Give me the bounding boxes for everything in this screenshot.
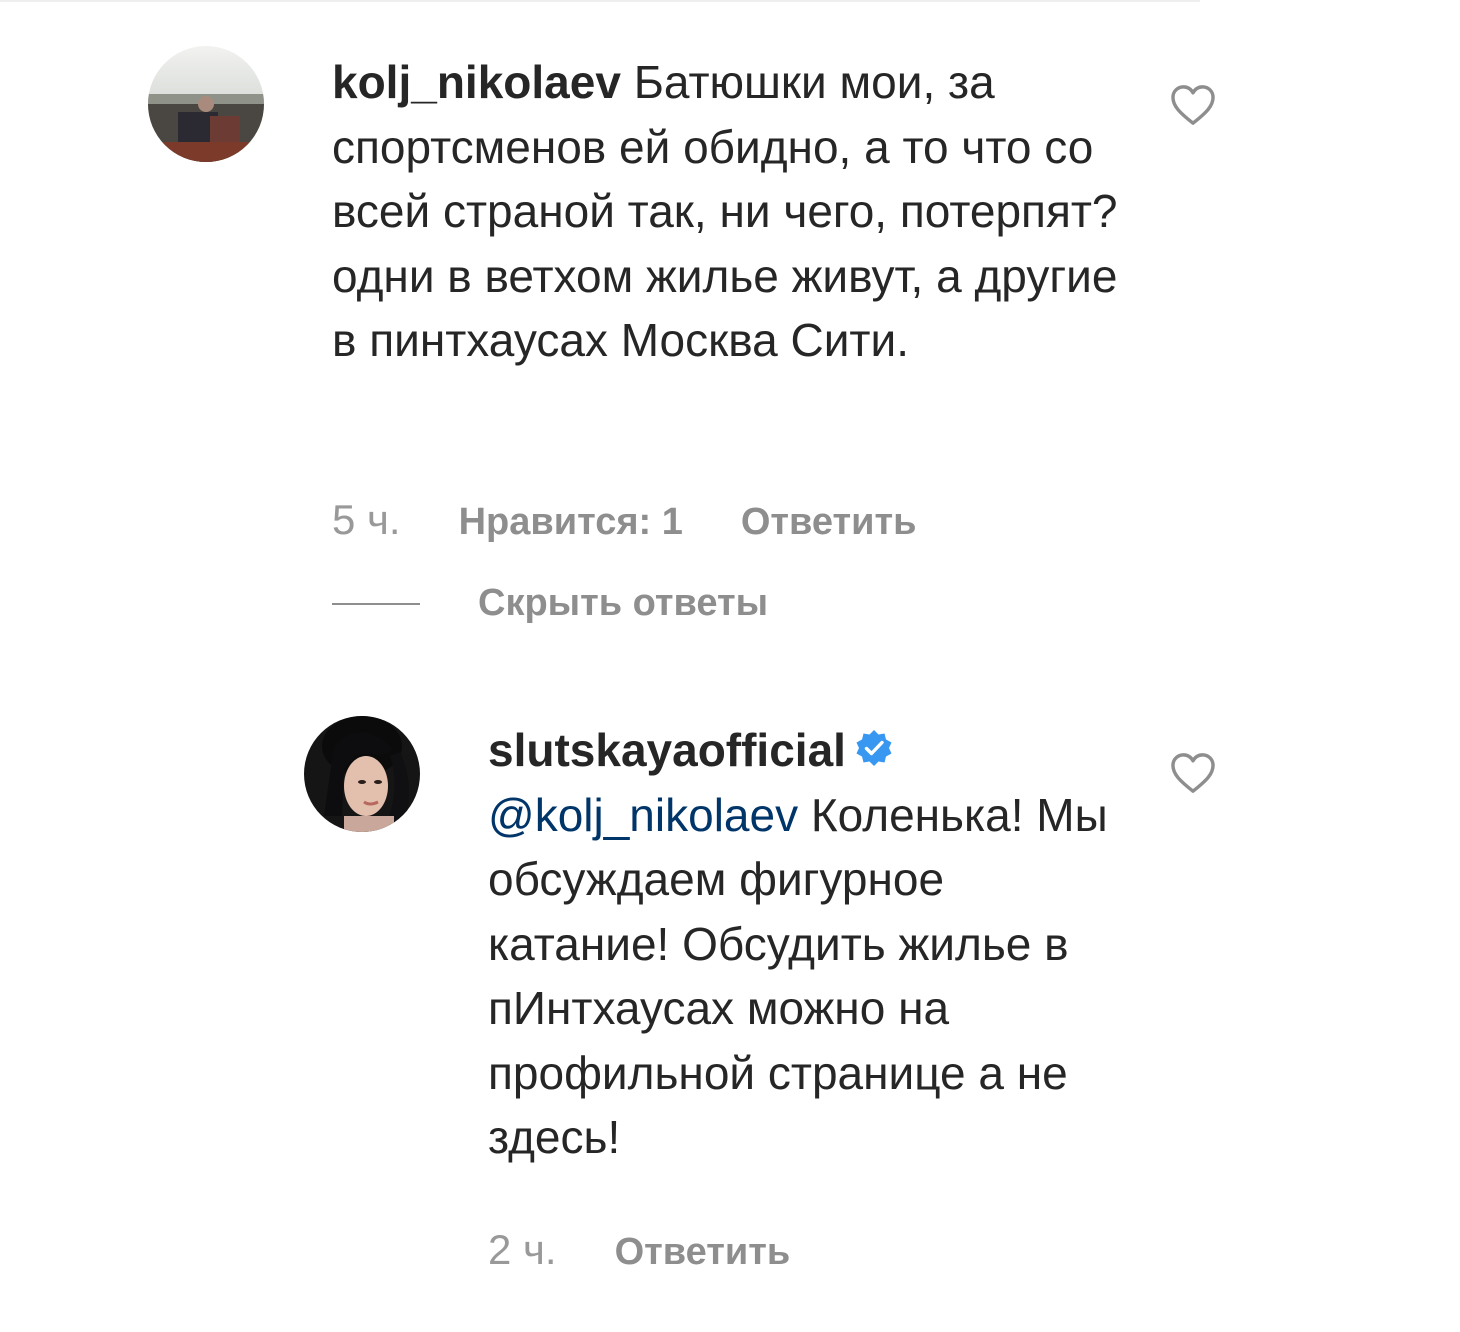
reply-reply-button[interactable]: Ответить	[615, 1231, 791, 1274]
reply-text: Коленька! Мы обсуждаем фигурное катание!…	[488, 788, 1108, 1164]
reply-body: slutskayaofficial @kolj_nikolaev Коленьк…	[488, 718, 1128, 1170]
hide-replies-line	[332, 602, 420, 605]
hide-replies-label: Скрыть ответы	[478, 582, 769, 624]
top-divider	[0, 0, 1200, 2]
reply-time[interactable]: 2 ч.	[488, 1226, 557, 1274]
verified-badge-icon	[856, 729, 892, 766]
comment-username[interactable]: kolj_nikolaev	[332, 56, 621, 108]
reply-avatar-image	[304, 716, 420, 832]
reply-username[interactable]: slutskayaofficial	[488, 724, 846, 776]
heart-icon[interactable]	[1170, 84, 1216, 126]
likes-count-button[interactable]: Нравится: 1	[459, 501, 683, 544]
comment-meta: 5 ч. Нравится: 1 Ответить	[332, 496, 916, 544]
reply-meta: 2 ч. Ответить	[488, 1226, 790, 1274]
comment-body: kolj_nikolaev Батюшки мои, за спортсмено…	[332, 50, 1132, 373]
reply-avatar[interactable]	[304, 716, 420, 832]
reply-mention-link[interactable]: @kolj_nikolaev	[488, 789, 798, 841]
reply-heart-icon[interactable]	[1170, 752, 1216, 794]
hide-replies-button[interactable]: Скрыть ответы	[332, 582, 768, 625]
avatar-image	[148, 46, 264, 162]
avatar[interactable]	[148, 46, 264, 162]
reply-button[interactable]: Ответить	[741, 501, 917, 544]
comment-time[interactable]: 5 ч.	[332, 496, 401, 544]
